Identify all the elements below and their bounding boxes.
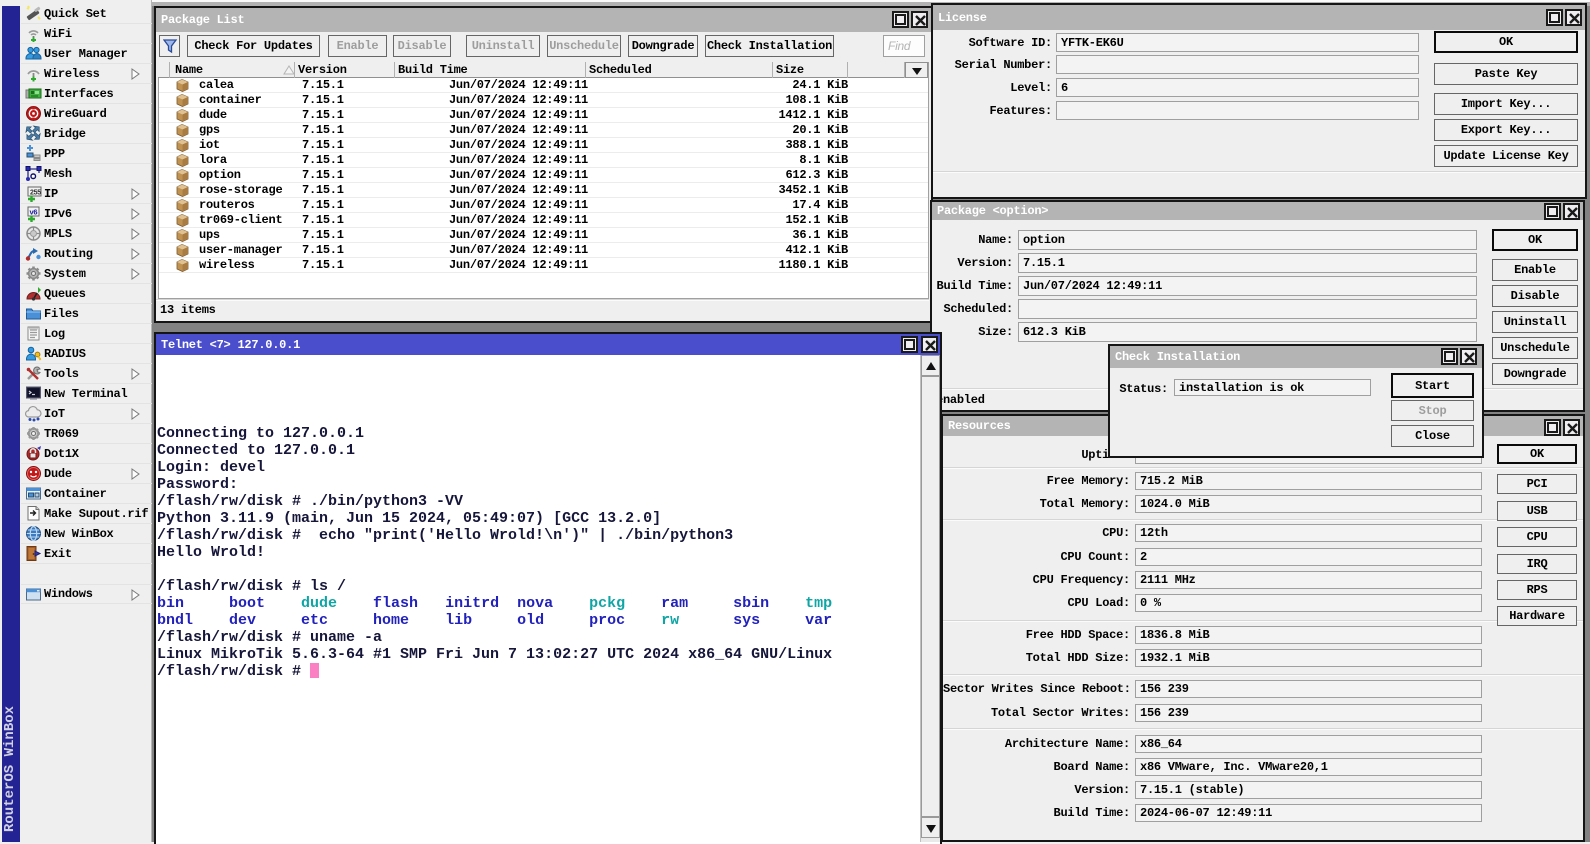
- svg-text:255: 255: [30, 190, 41, 197]
- svg-text:v6: v6: [30, 208, 38, 217]
